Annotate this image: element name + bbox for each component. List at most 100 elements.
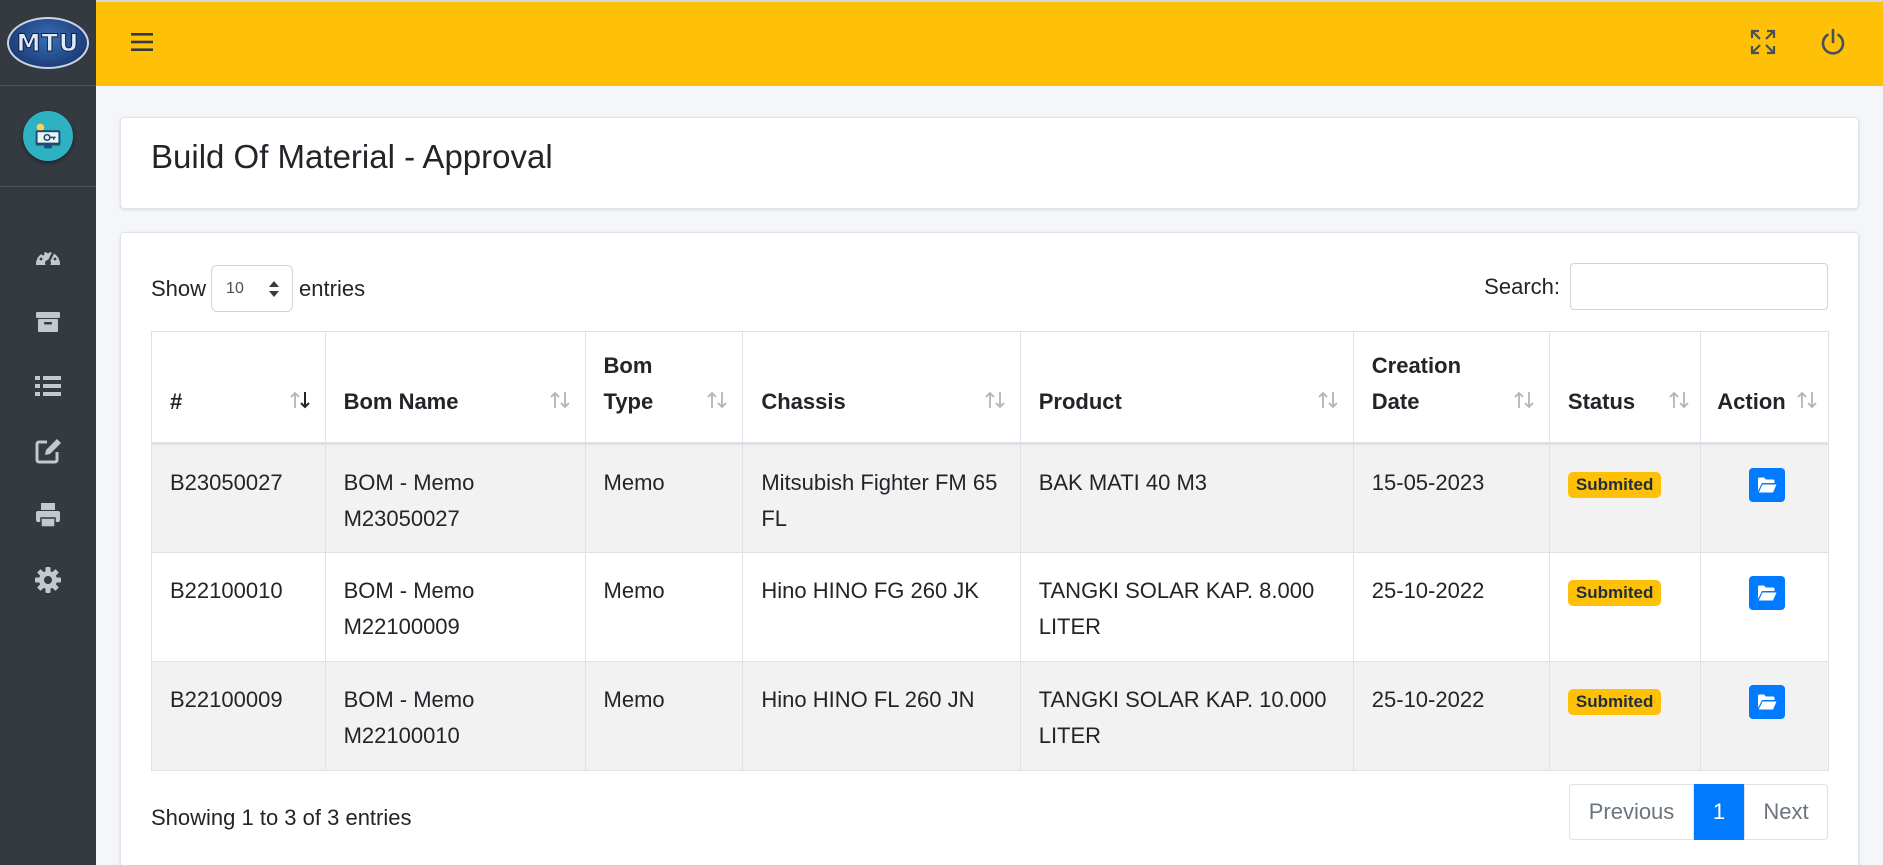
- column-header-action[interactable]: Action: [1700, 331, 1829, 445]
- sidebar-item-list[interactable]: [0, 354, 96, 419]
- column-header-creation-date[interactable]: Creation Date: [1352, 331, 1550, 445]
- next-page-button[interactable]: Next: [1744, 784, 1828, 840]
- cell-product: TANGKI SOLAR KAP. 10.000 LITER: [1019, 661, 1354, 771]
- sort-icon: [1318, 391, 1338, 409]
- table-row: B22100009 BOM - Memo M22100010 Memo Hino…: [151, 661, 1829, 771]
- cell-bom-type: Memo: [584, 443, 744, 553]
- page-1-button[interactable]: 1: [1694, 784, 1744, 840]
- cell-creation-date: 15-05-2023: [1352, 443, 1550, 553]
- column-header-label: Chassis: [761, 389, 846, 414]
- dashboard-icon: [36, 250, 60, 267]
- table-info: Showing 1 to 3 of 3 entries: [151, 805, 412, 830]
- cell-bom-name: BOM - Memo M22100009: [324, 552, 586, 662]
- open-button[interactable]: [1749, 576, 1786, 610]
- search-label: Search:: [1484, 273, 1560, 299]
- column-header-status[interactable]: Status: [1548, 331, 1702, 445]
- table-header-row: # Bom Name Bom Type Chassis Product Crea…: [151, 331, 1829, 445]
- column-header-label: Bom Name: [343, 389, 459, 414]
- entries-label: entries: [299, 275, 366, 301]
- print-icon: [36, 503, 60, 528]
- search-input[interactable]: [1570, 263, 1828, 310]
- sort-desc-icon: [289, 391, 310, 409]
- top-navbar: [96, 0, 1883, 86]
- gear-icon: [35, 566, 61, 593]
- sort-icon: [1669, 391, 1689, 409]
- cell-id: B22100009: [151, 661, 326, 771]
- avatar[interactable]: [23, 111, 73, 161]
- column-header-chassis[interactable]: Chassis: [742, 331, 1021, 445]
- open-button[interactable]: [1749, 685, 1786, 719]
- select-caret-icon: [269, 281, 280, 297]
- previous-page-button[interactable]: Previous: [1569, 784, 1694, 840]
- cell-bom-name: BOM - Memo M23050027: [324, 443, 586, 553]
- page-header-card: Build Of Material - Approval: [120, 117, 1859, 209]
- sort-icon: [985, 391, 1005, 409]
- cell-bom-name: BOM - Memo M22100010: [324, 661, 586, 771]
- sidebar: MTU: [0, 0, 96, 865]
- sort-icon: [707, 391, 727, 409]
- page-length-value: 10: [226, 279, 244, 297]
- column-header-bom-name[interactable]: Bom Name: [324, 331, 586, 445]
- cell-action: [1700, 443, 1829, 553]
- column-header-product[interactable]: Product: [1019, 331, 1354, 445]
- column-header-label: #: [170, 389, 183, 414]
- cell-chassis: Hino HINO FG 260 JK: [742, 552, 1021, 662]
- sort-icon: [1514, 391, 1534, 409]
- edit-icon: [35, 438, 61, 464]
- pagination: Previous 1 Next: [1569, 784, 1828, 840]
- column-header-label: Status: [1567, 389, 1636, 414]
- brand-logo[interactable]: MTU: [7, 16, 89, 69]
- power-icon[interactable]: [1819, 28, 1847, 56]
- show-label: Show: [151, 275, 207, 301]
- cell-chassis: Mitsubish Fighter FM 65 FL: [742, 443, 1021, 553]
- sort-icon: [549, 391, 570, 409]
- status-badge: Submited: [1567, 580, 1662, 606]
- cell-product: TANGKI SOLAR KAP. 8.000 LITER: [1019, 552, 1354, 662]
- cell-status: Submited: [1548, 552, 1702, 662]
- sidebar-item-settings[interactable]: [0, 548, 96, 613]
- cell-creation-date: 25-10-2022: [1352, 552, 1550, 662]
- user-avatar-icon: [35, 123, 61, 149]
- cell-id: B22100010: [151, 552, 326, 662]
- table-card: Show 10 entries Search: # Bom Name Bom T…: [120, 232, 1859, 865]
- table-row: B23050027 BOM - Memo M23050027 Memo Mits…: [151, 443, 1829, 553]
- search-control: Search:: [1484, 263, 1828, 310]
- cell-bom-type: Memo: [584, 552, 744, 662]
- column-header-bom-type[interactable]: Bom Type: [584, 331, 744, 445]
- status-badge: Submited: [1567, 472, 1662, 498]
- page-length-select[interactable]: 10: [211, 265, 294, 312]
- folder-open-icon: [1758, 694, 1777, 710]
- page-title: Build Of Material - Approval: [151, 138, 553, 175]
- page-length-control: Show 10 entries: [151, 265, 365, 312]
- user-panel: [0, 86, 96, 187]
- cell-status: Submited: [1548, 661, 1702, 771]
- column-header-label: Bom Type: [603, 353, 654, 414]
- sidebar-item-edit[interactable]: [0, 419, 96, 484]
- column-header-label: Product: [1038, 389, 1122, 414]
- column-header-label: Creation Date: [1371, 353, 1462, 414]
- sidebar-item-print[interactable]: [0, 483, 96, 548]
- brand-logo-text: MTU: [16, 28, 80, 57]
- sort-icon: [1797, 391, 1817, 409]
- folder-open-icon: [1758, 585, 1777, 601]
- cell-action: [1700, 552, 1829, 662]
- archive-icon: [36, 311, 60, 332]
- sidebar-nav: [0, 225, 96, 612]
- column-header-number[interactable]: #: [151, 331, 326, 445]
- sidebar-item-archive[interactable]: [0, 290, 96, 355]
- cell-id: B23050027: [151, 443, 326, 553]
- cell-action: [1700, 661, 1829, 771]
- folder-open-icon: [1758, 477, 1777, 493]
- cell-product: BAK MATI 40 M3: [1019, 443, 1354, 553]
- bom-table: # Bom Name Bom Type Chassis Product Crea…: [151, 331, 1829, 771]
- brand[interactable]: MTU: [0, 0, 96, 86]
- cell-creation-date: 25-10-2022: [1352, 661, 1550, 771]
- column-header-label: Action: [1717, 389, 1786, 414]
- cell-bom-type: Memo: [584, 661, 744, 771]
- sidebar-item-dashboard[interactable]: [0, 225, 96, 290]
- open-button[interactable]: [1749, 468, 1786, 502]
- status-badge: Submited: [1567, 689, 1662, 715]
- hamburger-menu-icon[interactable]: [130, 30, 154, 54]
- table-row: B22100010 BOM - Memo M22100009 Memo Hino…: [151, 552, 1829, 662]
- fullscreen-icon[interactable]: [1750, 29, 1776, 55]
